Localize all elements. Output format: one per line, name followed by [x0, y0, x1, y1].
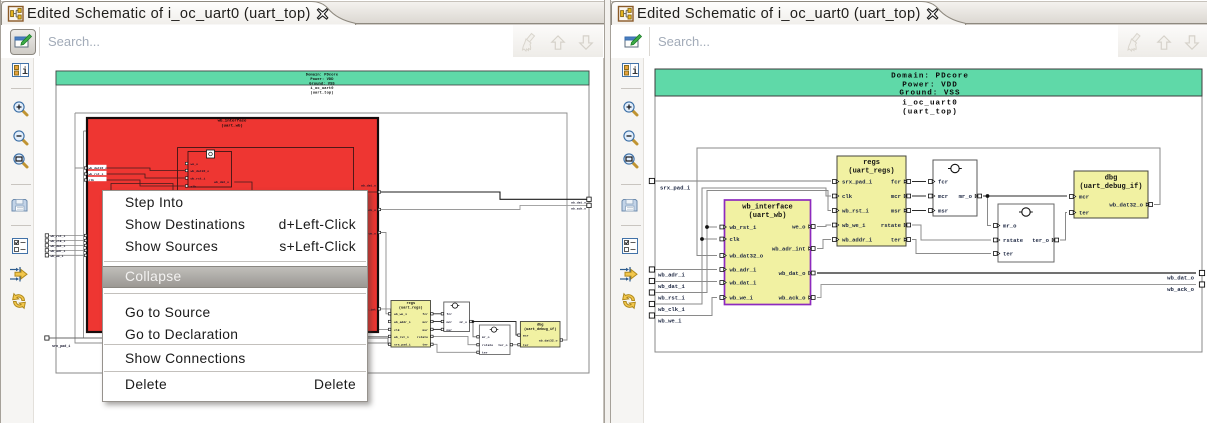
svg-text:Edited Schematic of i_oc_uart0: Edited Schematic of i_oc_uart0 (uart_top…	[637, 6, 921, 22]
svg-text:i: i	[22, 66, 28, 78]
svg-text:i: i	[632, 66, 638, 78]
svg-text:Edited Schematic of i_oc_uart0: Edited Schematic of i_oc_uart0 (uart_top…	[27, 6, 311, 22]
